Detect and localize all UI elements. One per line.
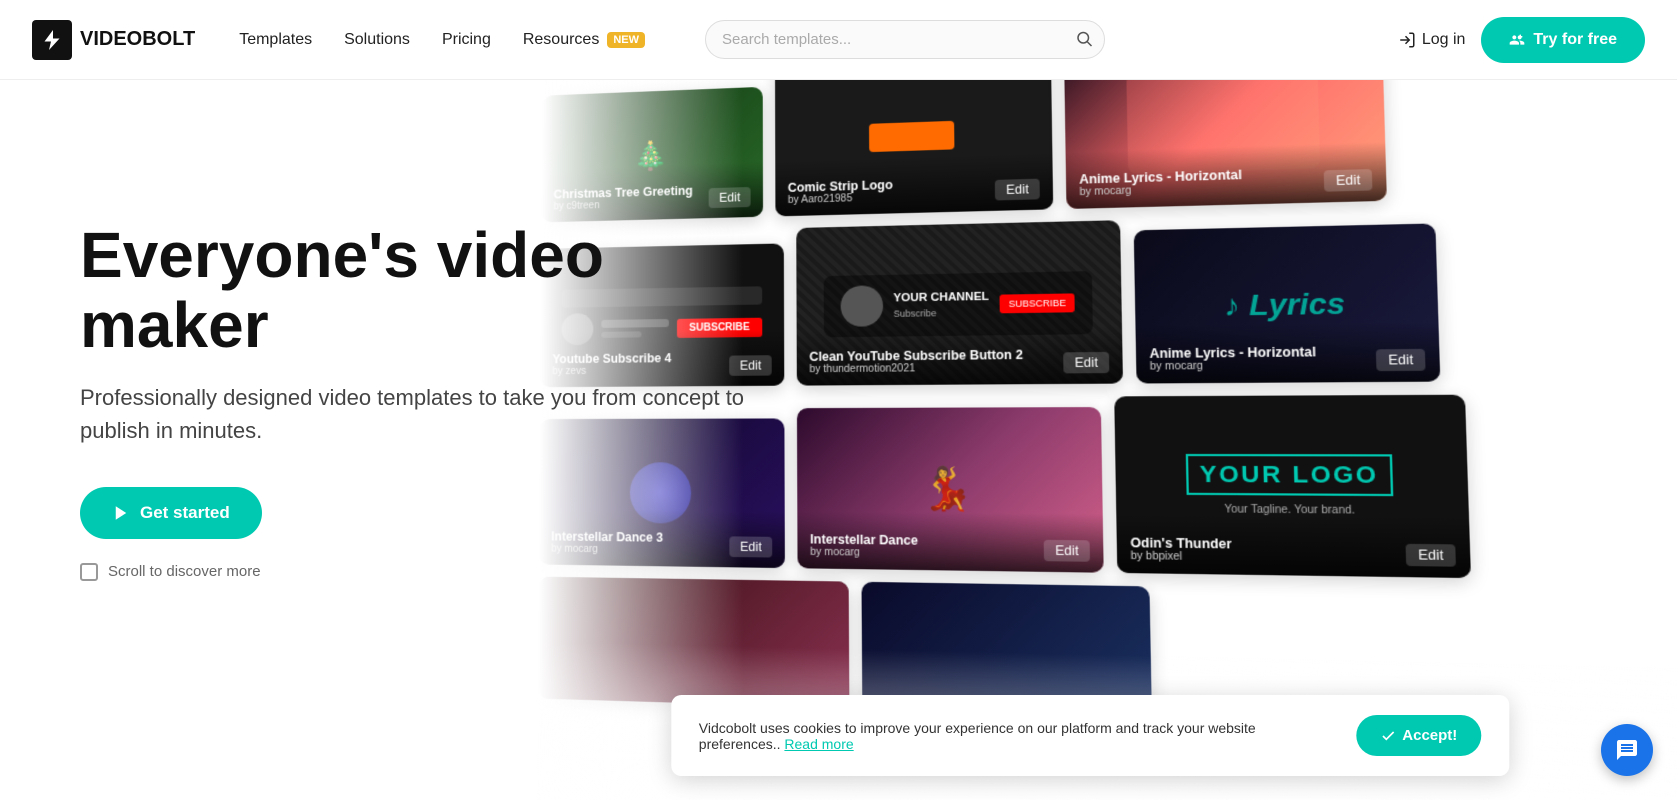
cookie-text: Vidcobolt uses cookies to improve your e… [699, 720, 1336, 752]
scroll-hint: Scroll to discover more [80, 563, 760, 581]
hero-subtitle: Professionally designed video templates … [80, 381, 760, 447]
bolt-icon [40, 28, 64, 52]
hero-section: Everyone's video maker Professionally de… [0, 80, 1677, 800]
card-comic-strip[interactable]: Comic Strip Logo by Aaro21985 Edit [775, 80, 1053, 216]
card-anime-lyrics-top[interactable]: Anime Lyrics - Horizontal by mocarg Edit [1064, 80, 1387, 209]
cookie-banner: Vidcobolt uses cookies to improve your e… [671, 695, 1510, 776]
add-user-icon [1509, 32, 1525, 48]
edit-button[interactable]: Edit [1406, 544, 1456, 567]
play-icon [112, 504, 130, 522]
nav-links: Templates Solutions Pricing Resources NE… [227, 23, 657, 57]
nav-pricing[interactable]: Pricing [430, 23, 503, 57]
nav-resources[interactable]: Resources NEW [511, 23, 657, 57]
read-more-link[interactable]: Read more [784, 736, 853, 752]
card-odins-thunder[interactable]: YOUR LOGO Your Tagline. Your brand. Odin… [1114, 395, 1471, 578]
check-icon [1380, 728, 1396, 744]
nav-solutions[interactable]: Solutions [332, 23, 422, 57]
try-for-free-button[interactable]: Try for free [1481, 17, 1645, 63]
logo[interactable]: VIDEOBOLT [32, 20, 195, 60]
edit-button[interactable]: Edit [1376, 349, 1425, 371]
card-anime-lyrics-2[interactable]: ♪ Lyrics Anime Lyrics - Horizontal by mo… [1134, 223, 1441, 383]
search-button[interactable] [1075, 29, 1093, 50]
card-clean-youtube[interactable]: YOUR CHANNEL Subscribe SUBSCRIBE Clean Y… [796, 220, 1123, 385]
search-container [705, 20, 1105, 59]
card-interstellar-dance[interactable]: 💃 Interstellar Dance by mocarg Edit [797, 407, 1104, 573]
nav-right: Log in Try for free [1398, 17, 1645, 63]
login-button[interactable]: Log in [1398, 31, 1466, 49]
logo-icon [32, 20, 72, 60]
scroll-box-icon [80, 563, 98, 581]
accept-button[interactable]: Accept! [1356, 715, 1481, 756]
hero-text: Everyone's video maker Professionally de… [80, 220, 760, 581]
edit-button[interactable]: Edit [1063, 352, 1109, 373]
edit-button[interactable]: Edit [995, 179, 1040, 201]
search-input[interactable] [705, 20, 1105, 59]
search-icon [1075, 29, 1093, 47]
chat-icon [1615, 738, 1639, 762]
login-icon [1398, 31, 1416, 49]
brand-name: VIDEOBOLT [80, 28, 195, 51]
get-started-button[interactable]: Get started [80, 487, 262, 539]
navbar: VIDEOBOLT Templates Solutions Pricing Re… [0, 0, 1677, 80]
new-badge: NEW [607, 32, 645, 48]
chat-bubble-button[interactable] [1601, 724, 1653, 776]
edit-button[interactable]: Edit [1044, 540, 1090, 562]
hero-title: Everyone's video maker [80, 220, 760, 361]
edit-button[interactable]: Edit [1324, 169, 1372, 192]
nav-templates[interactable]: Templates [227, 23, 324, 57]
scroll-label: Scroll to discover more [108, 563, 261, 580]
